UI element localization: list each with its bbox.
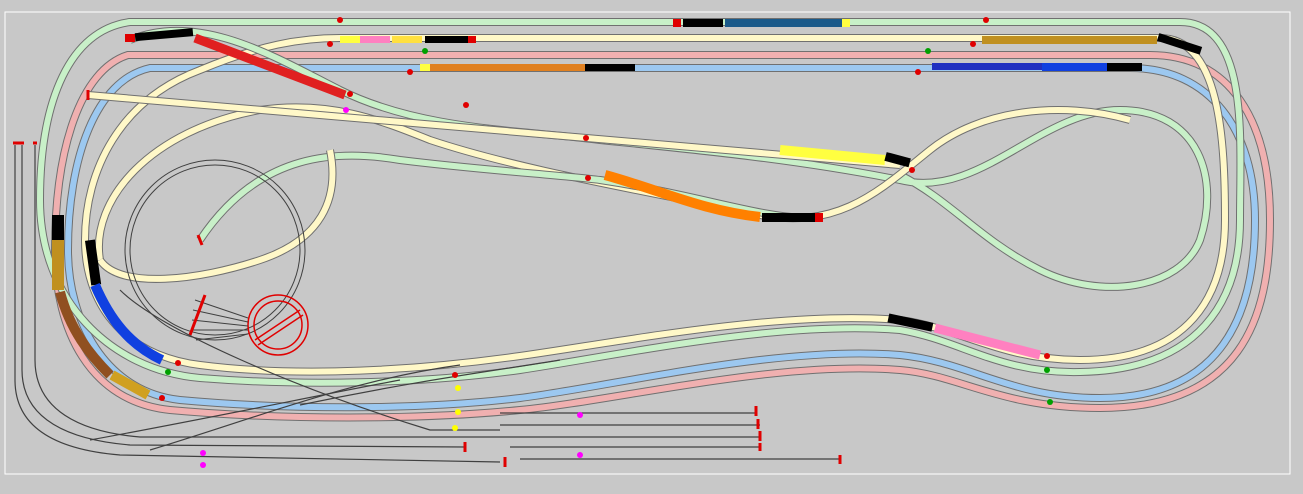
- signal[interactable]: [1044, 353, 1050, 359]
- signal[interactable]: [175, 360, 181, 366]
- signal[interactable]: [159, 395, 165, 401]
- orange-freight-train-top[interactable]: [420, 64, 635, 71]
- signal[interactable]: [970, 41, 976, 47]
- signal[interactable]: [452, 425, 458, 431]
- blue-freight-train-top-right[interactable]: [932, 63, 1142, 71]
- yellow-pink-train[interactable]: [340, 36, 476, 43]
- signal[interactable]: [165, 369, 171, 375]
- signal[interactable]: [925, 48, 931, 54]
- signal[interactable]: [455, 409, 461, 415]
- signal[interactable]: [577, 412, 583, 418]
- signal[interactable]: [422, 48, 428, 54]
- signal[interactable]: [347, 91, 353, 97]
- signal[interactable]: [577, 452, 583, 458]
- signal[interactable]: [1047, 399, 1053, 405]
- signal[interactable]: [200, 450, 206, 456]
- signal[interactable]: [343, 107, 349, 113]
- signal[interactable]: [407, 69, 413, 75]
- blue-passenger-train[interactable]: [673, 19, 850, 27]
- signal[interactable]: [463, 102, 469, 108]
- signal[interactable]: [200, 462, 206, 468]
- signal[interactable]: [983, 17, 989, 23]
- signal[interactable]: [585, 175, 591, 181]
- signal[interactable]: [909, 167, 915, 173]
- signal[interactable]: [915, 69, 921, 75]
- signal[interactable]: [337, 17, 343, 23]
- signal[interactable]: [452, 372, 458, 378]
- track-layout-canvas[interactable]: [0, 0, 1303, 494]
- signal[interactable]: [455, 385, 461, 391]
- signal[interactable]: [327, 41, 333, 47]
- signal[interactable]: [583, 135, 589, 141]
- signal[interactable]: [1044, 367, 1050, 373]
